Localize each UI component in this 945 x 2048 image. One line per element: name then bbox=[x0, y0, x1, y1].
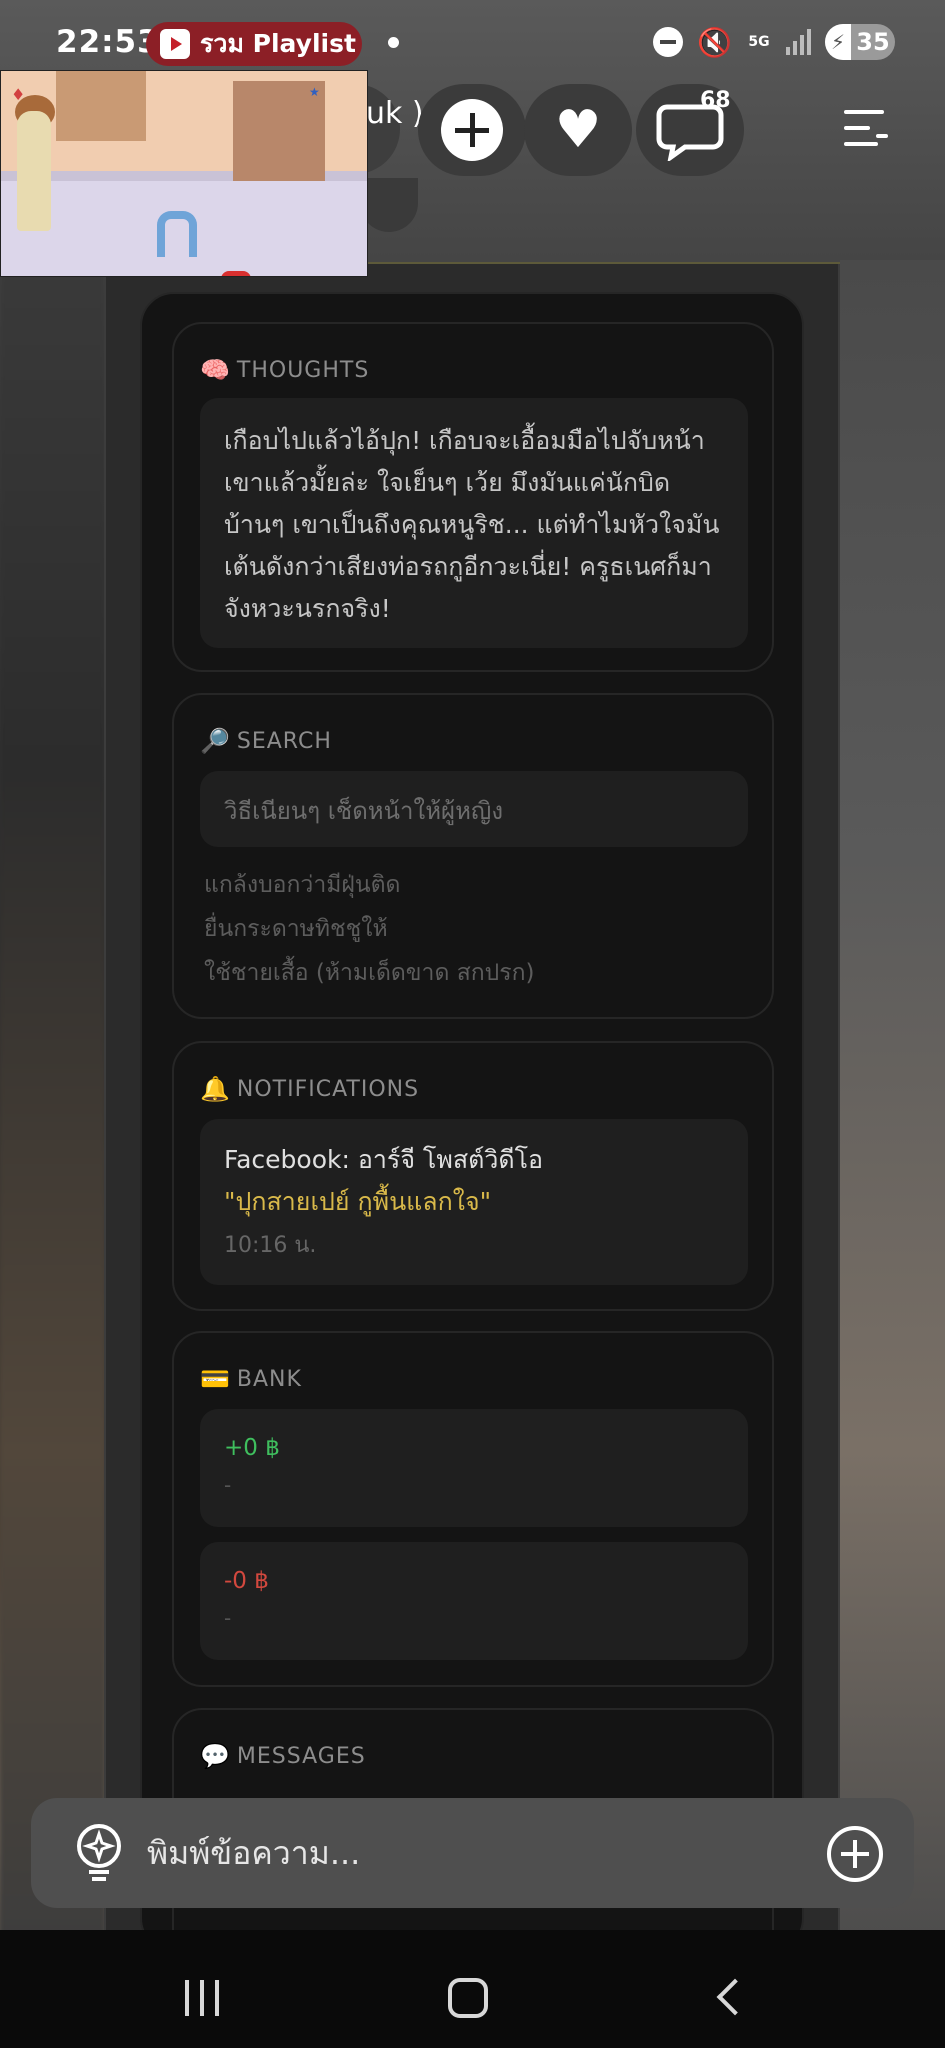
credit-card-icon: 💳 bbox=[200, 1365, 231, 1393]
search-title: SEARCH bbox=[236, 728, 332, 754]
messages-header: 💬 MESSAGES bbox=[200, 1742, 366, 1770]
bank-section: 💳 BANK +0 ฿ - -0 ฿ - bbox=[172, 1331, 774, 1687]
video-character-body bbox=[17, 111, 51, 231]
bank-header: 💳 BANK bbox=[200, 1365, 302, 1393]
menu-line bbox=[844, 142, 878, 146]
battery-level: 35 bbox=[856, 28, 890, 56]
user-chip-tab bbox=[360, 178, 418, 232]
lightbulb-icon[interactable] bbox=[71, 1822, 127, 1884]
search-suggestion[interactable]: แกล้งบอกว่ามีฝุ่นติด bbox=[204, 867, 400, 903]
heart-icon: ♥ bbox=[554, 100, 602, 160]
notification-dot-icon bbox=[388, 37, 399, 48]
brain-icon: 🧠 bbox=[200, 356, 231, 384]
playlist-chip[interactable]: รวม Playlist bbox=[146, 22, 362, 66]
sparkle-icon bbox=[876, 134, 888, 138]
video-character-kid bbox=[221, 271, 251, 276]
notifications-section: 🔔 NOTIFICATIONS Facebook: อาร์จี โพสต์วิ… bbox=[172, 1041, 774, 1311]
search-suggestion[interactable]: ใช้ชายเสื้อ (ห้ามเด็ดขาด สกปรก) bbox=[204, 955, 535, 991]
channel-logo: ♦ bbox=[11, 85, 26, 104]
menu-button[interactable] bbox=[836, 106, 890, 150]
chat-button[interactable]: 68 bbox=[636, 84, 744, 176]
notification-time: 10:16 น. bbox=[224, 1233, 317, 1258]
outgoing-amount: -0 ฿ bbox=[224, 1568, 269, 1594]
thoughts-title: THOUGHTS bbox=[236, 357, 370, 383]
thoughts-text: เกือบไปแล้วไอ้ปุก! เกือบจะเอื้อมมือไปจับ… bbox=[200, 398, 748, 648]
messages-title: MESSAGES bbox=[236, 1743, 366, 1769]
add-button[interactable] bbox=[418, 84, 526, 176]
video-scene-wall bbox=[56, 71, 146, 141]
incoming-note: - bbox=[224, 1473, 232, 1497]
charging-bolt-icon: ⚡ bbox=[825, 24, 851, 60]
system-navigation-bar bbox=[0, 1930, 945, 2048]
show-logo: ★ bbox=[309, 85, 320, 99]
like-button[interactable]: ♥ bbox=[524, 84, 632, 176]
speech-bubble-icon: 💬 bbox=[200, 1742, 231, 1770]
outgoing-note: - bbox=[224, 1606, 232, 1630]
bell-icon: 🔔 bbox=[200, 1075, 231, 1103]
youtube-play-icon bbox=[160, 29, 190, 59]
notifications-header: 🔔 NOTIFICATIONS bbox=[200, 1075, 419, 1103]
magnifier-icon: 🔎 bbox=[200, 727, 231, 755]
network-type-label: 5G bbox=[748, 34, 770, 50]
clock: 22:53 bbox=[56, 24, 160, 60]
notifications-title: NOTIFICATIONS bbox=[236, 1076, 420, 1102]
battery-icon: ⚡ 35 bbox=[825, 24, 895, 60]
signal-strength-icon bbox=[786, 29, 811, 55]
playlist-label: รวม Playlist bbox=[200, 29, 356, 58]
attach-plus-button[interactable] bbox=[827, 1826, 883, 1882]
notification-source: Facebook: อาร์จี โพสต์วิดีโอ bbox=[224, 1145, 544, 1174]
incoming-amount: +0 ฿ bbox=[224, 1435, 280, 1461]
user-chip-label: uk ) bbox=[366, 96, 424, 131]
notification-card[interactable]: Facebook: อาร์จี โพสต์วิดีโอ "ปุกสายเปย์… bbox=[200, 1119, 748, 1285]
plus-icon bbox=[441, 99, 503, 161]
home-button[interactable] bbox=[448, 1978, 488, 2018]
search-suggestion[interactable]: ยื่นกระดาษทิชชูให้ bbox=[204, 911, 388, 947]
bank-incoming-card: +0 ฿ - bbox=[200, 1409, 748, 1527]
bank-outgoing-card: -0 ฿ - bbox=[200, 1542, 748, 1660]
picture-in-picture-video[interactable]: ♦ ★ bbox=[0, 70, 368, 277]
mute-icon: 🔇 bbox=[697, 25, 732, 59]
thoughts-header: 🧠 THOUGHTS bbox=[200, 356, 369, 384]
search-query[interactable]: วิธีเนียนๆ เช็ดหน้าให้ผู้หญิง bbox=[200, 771, 748, 847]
recent-apps-button[interactable] bbox=[185, 1980, 221, 2016]
back-button[interactable] bbox=[716, 1978, 754, 2016]
message-input[interactable] bbox=[147, 1826, 787, 1880]
blurred-backdrop-left bbox=[0, 260, 105, 1960]
video-scene-pipe bbox=[157, 211, 197, 257]
system-icons: 🔇 5G ⚡ 35 bbox=[653, 24, 895, 60]
menu-line bbox=[844, 110, 884, 114]
blurred-backdrop-right bbox=[840, 260, 945, 1960]
search-section: 🔎 SEARCH วิธีเนียนๆ เช็ดหน้าให้ผู้หญิง แ… bbox=[172, 693, 774, 1019]
do-not-disturb-icon bbox=[653, 27, 684, 57]
search-header: 🔎 SEARCH bbox=[200, 727, 332, 755]
thoughts-section: 🧠 THOUGHTS เกือบไปแล้วไอ้ปุก! เกือบจะเอื… bbox=[172, 322, 774, 672]
bank-title: BANK bbox=[236, 1366, 302, 1392]
notification-highlight: "ปุกสายเปย์ กูพื้นแลกใจ" bbox=[224, 1187, 492, 1216]
chat-count-badge: 68 bbox=[700, 88, 731, 113]
message-composer bbox=[31, 1798, 914, 1908]
menu-line bbox=[844, 126, 870, 130]
